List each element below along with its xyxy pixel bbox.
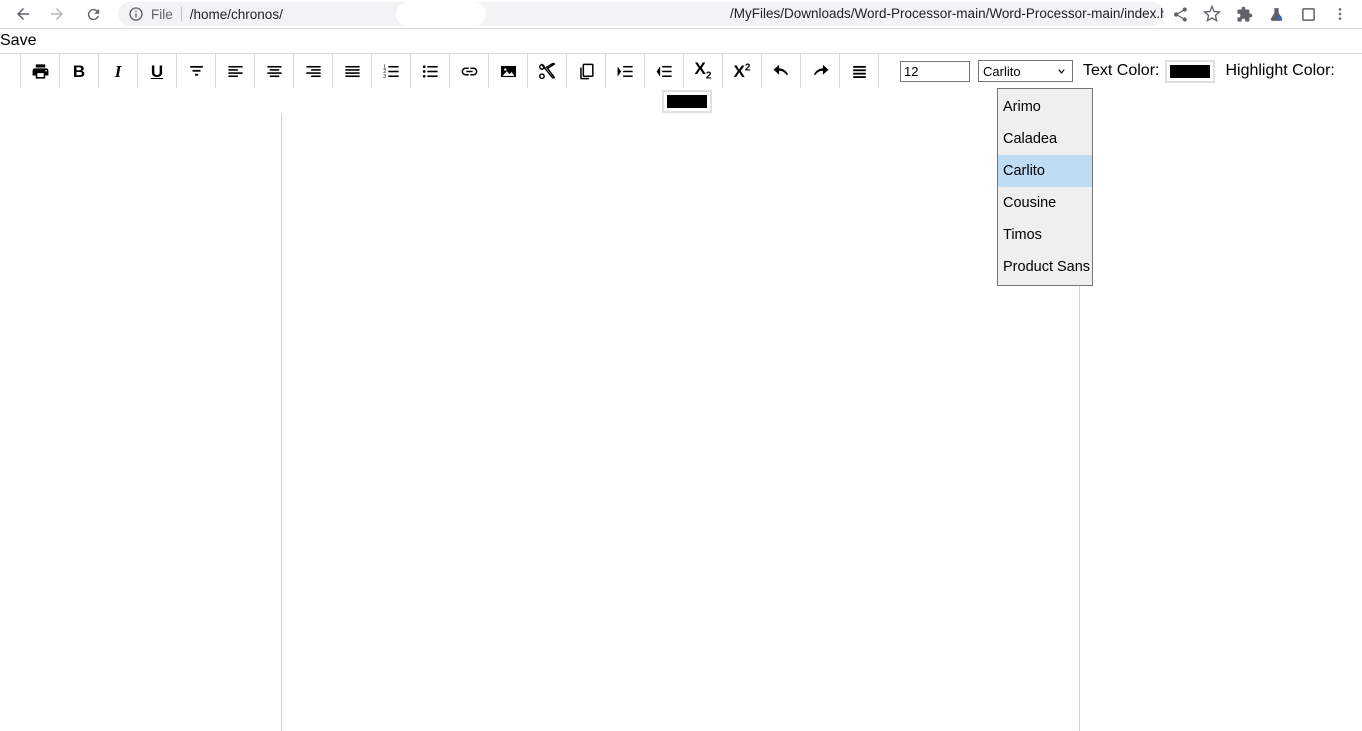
numbered-list-button[interactable]: 1 2 3 xyxy=(371,54,411,88)
unordered-list-icon xyxy=(421,62,440,81)
image-icon xyxy=(499,62,518,81)
font-option-caladea[interactable]: Caladea xyxy=(998,123,1092,155)
font-family-select-wrap: Carlito xyxy=(978,60,1073,82)
align-center-button[interactable] xyxy=(254,54,294,88)
line-spacing-button[interactable] xyxy=(839,54,879,88)
text-color-label: Text Color: xyxy=(1083,62,1159,80)
text-color-swatch-fill xyxy=(1170,65,1210,78)
bookmark-button[interactable] xyxy=(1196,0,1228,28)
undo-arrow-icon xyxy=(772,62,791,81)
chevron-down-icon xyxy=(1056,66,1067,77)
indent-button[interactable] xyxy=(605,54,645,88)
font-size-input[interactable] xyxy=(900,61,970,82)
arrow-left-icon xyxy=(14,5,32,23)
font-option-cousine[interactable]: Cousine xyxy=(998,187,1092,219)
highlight-color-label: Highlight Color: xyxy=(1225,62,1334,80)
indent-decrease-icon xyxy=(655,62,674,81)
italic-button[interactable]: I xyxy=(98,54,138,88)
info-circle-icon xyxy=(128,6,144,22)
beaker-flask-icon xyxy=(1268,6,1285,23)
strikethrough-icon xyxy=(187,62,206,81)
copy-icon xyxy=(577,62,596,81)
save-button[interactable]: Save xyxy=(0,30,1362,52)
highlight-color-swatch-fill xyxy=(667,95,707,108)
bold-button[interactable]: B xyxy=(59,54,99,88)
bookmark-star-icon xyxy=(1203,5,1221,23)
extensions-puzzle-icon xyxy=(1236,6,1253,23)
omnibox-fade-overlay xyxy=(396,2,486,26)
document-canvas xyxy=(0,114,1362,731)
address-bar[interactable]: File /home/chronos/ /MyFiles/Downloads/W… xyxy=(118,2,1164,26)
url-text-right: /MyFiles/Downloads/Word-Processor-main/W… xyxy=(730,2,1164,26)
font-family-dropdown[interactable]: Arimo Caladea Carlito Cousine Timos Prod… xyxy=(997,88,1093,286)
cut-button[interactable] xyxy=(527,54,567,88)
font-family-select[interactable]: Carlito xyxy=(978,60,1073,82)
printer-icon xyxy=(31,62,50,81)
undo-button[interactable] xyxy=(761,54,801,88)
outdent-button[interactable] xyxy=(644,54,684,88)
subscript-button[interactable]: X2 xyxy=(683,54,723,88)
print-button[interactable] xyxy=(20,54,60,88)
share-icon xyxy=(1172,6,1189,23)
svg-text:3: 3 xyxy=(383,73,386,79)
bold-icon: B xyxy=(73,63,85,80)
font-option-arimo[interactable]: Arimo xyxy=(998,91,1092,123)
copy-button[interactable] xyxy=(566,54,606,88)
bullet-list-button[interactable] xyxy=(410,54,450,88)
share-button[interactable] xyxy=(1164,0,1196,28)
extensions-button[interactable] xyxy=(1228,0,1260,28)
italic-icon: I xyxy=(115,63,122,80)
highlight-color-picker[interactable] xyxy=(662,90,712,113)
align-justify-button[interactable] xyxy=(332,54,372,88)
document-editor-page[interactable] xyxy=(281,114,1080,731)
align-right-icon xyxy=(304,62,323,81)
browser-toolbar: File /home/chronos/ /MyFiles/Downloads/W… xyxy=(0,0,1362,29)
superscript-glyph: 2 xyxy=(745,62,751,73)
align-justify-icon xyxy=(343,62,362,81)
browser-action-icons xyxy=(1164,0,1356,28)
side-panel-button[interactable] xyxy=(1292,0,1324,28)
omnibox-divider xyxy=(181,7,182,21)
align-right-button[interactable] xyxy=(293,54,333,88)
subscript-glyph: 2 xyxy=(706,71,712,82)
underline-icon: U xyxy=(151,63,163,80)
more-vertical-icon xyxy=(1332,6,1348,22)
link-icon xyxy=(460,62,479,81)
scissors-icon xyxy=(538,62,557,81)
superscript-button[interactable]: X2 xyxy=(722,54,762,88)
experiments-button[interactable] xyxy=(1260,0,1292,28)
ordered-list-icon: 1 2 3 xyxy=(382,62,401,81)
url-text-left: /home/chronos/ xyxy=(190,7,283,22)
redo-arrow-icon xyxy=(811,62,830,81)
editor-toolbar: B I U xyxy=(0,53,1362,115)
font-option-timos[interactable]: Timos xyxy=(998,219,1092,251)
align-left-icon xyxy=(226,62,245,81)
insert-link-button[interactable] xyxy=(449,54,489,88)
strikethrough-button[interactable] xyxy=(176,54,216,88)
superscript-icon: X2 xyxy=(734,63,751,80)
forward-button[interactable] xyxy=(42,0,72,28)
reload-button[interactable] xyxy=(78,0,108,28)
back-button[interactable] xyxy=(8,0,38,28)
indent-increase-icon xyxy=(616,62,635,81)
text-color-picker[interactable] xyxy=(1165,60,1215,83)
underline-button[interactable]: U xyxy=(137,54,177,88)
font-family-selected-value: Carlito xyxy=(983,64,1021,79)
highlight-color-row xyxy=(20,88,1362,114)
browser-menu-button[interactable] xyxy=(1324,0,1356,28)
side-panel-icon xyxy=(1301,7,1316,22)
arrow-right-icon xyxy=(48,5,66,23)
redo-button[interactable] xyxy=(800,54,840,88)
insert-image-button[interactable] xyxy=(488,54,528,88)
align-left-button[interactable] xyxy=(215,54,255,88)
align-center-icon xyxy=(265,62,284,81)
reload-icon xyxy=(85,6,102,23)
subscript-icon: X2 xyxy=(695,60,712,81)
font-option-carlito[interactable]: Carlito xyxy=(998,155,1092,187)
font-option-product-sans[interactable]: Product Sans xyxy=(998,251,1092,283)
url-scheme-label: File xyxy=(151,7,173,22)
hamburger-lines-icon xyxy=(850,62,869,81)
